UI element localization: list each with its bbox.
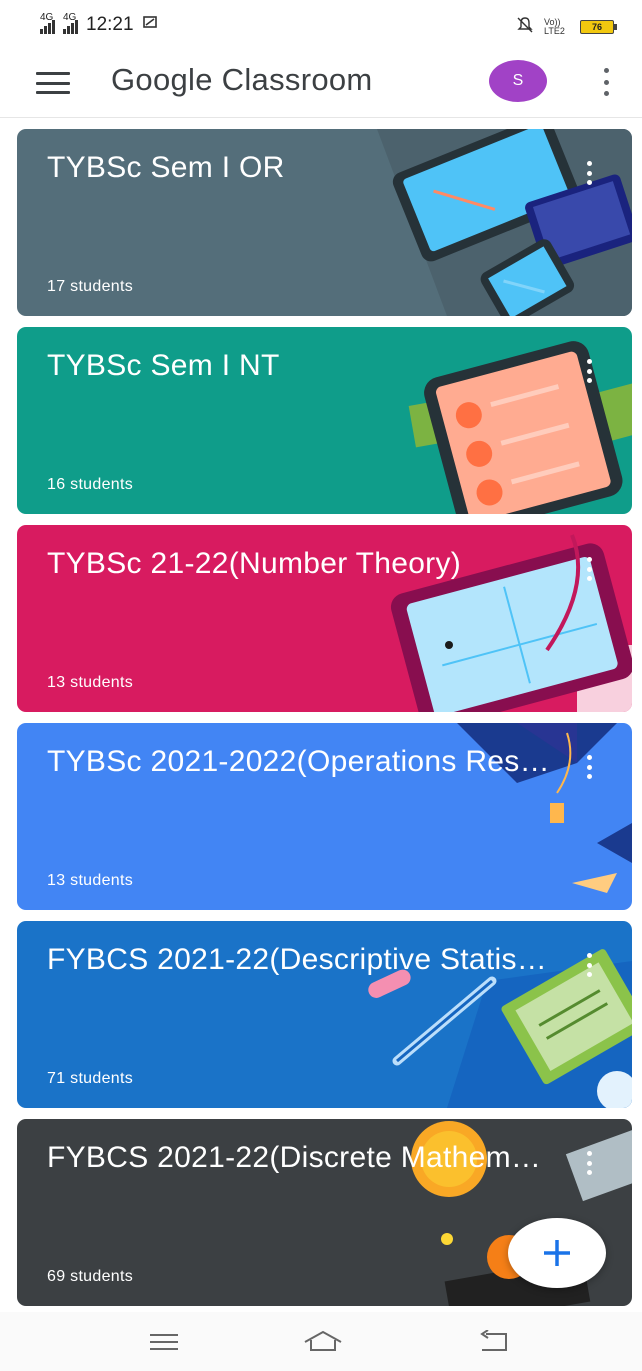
class-card[interactable]: FYBCS 2021-22(Descriptive Statistics) 71… [17,921,632,1108]
status-left: 4G 4G 12:21 [40,12,158,36]
class-card[interactable]: TYBSc 2021-2022(Operations Research) 13 … [17,723,632,910]
network-type-1: 4G [40,12,54,23]
class-title: TYBSc 21-22(Number Theory) [47,547,462,580]
status-right: Vo)) LTE2 76 [516,16,617,37]
home-icon[interactable] [303,1328,343,1356]
battery-level: 76 [591,21,602,32]
app-title: Google Classroom [111,62,373,97]
more-vert-icon[interactable] [583,161,595,185]
network-type-2: 4G [63,12,77,23]
student-count: 71 students [47,1070,134,1087]
mute-notifications-icon [516,16,534,37]
more-vert-icon[interactable] [583,755,595,779]
class-card[interactable]: TYBSc Sem I OR 17 students [17,129,632,316]
volte-label: Vo)) LTE2 [544,16,565,36]
plus-icon [544,1240,570,1266]
class-title: FYBCS 2021-22(Discrete Mathematics) [47,1141,552,1174]
app-bar: Google Classroom S [0,50,642,118]
student-count: 69 students [47,1268,134,1285]
student-count: 17 students [47,278,134,295]
student-count: 13 students [47,872,134,889]
more-vert-icon[interactable] [583,359,595,383]
more-vert-icon[interactable] [583,953,595,977]
screenshot-notification-icon [142,14,158,36]
class-title: TYBSc 2021-2022(Operations Research) [47,745,552,778]
signal-icon-2: 4G [63,12,78,34]
back-icon[interactable] [473,1328,513,1356]
hamburger-icon[interactable] [36,72,70,94]
student-count: 16 students [47,476,134,493]
add-class-button[interactable] [508,1218,606,1288]
more-vert-icon[interactable] [583,1151,595,1175]
status-bar: 4G 4G 12:21 Vo)) LTE2 76 [0,0,642,50]
more-vert-icon[interactable] [583,557,595,581]
student-count: 13 students [47,674,134,691]
avatar[interactable]: S [489,60,547,102]
recent-apps-icon[interactable] [144,1328,184,1356]
more-vert-icon[interactable] [598,68,614,96]
class-title: TYBSc Sem I NT [47,349,280,382]
system-nav-bar [0,1312,642,1371]
battery-icon: 76 [580,19,617,34]
signal-icon-1: 4G [40,12,55,34]
class-card[interactable]: TYBSc Sem I NT 16 students [17,327,632,514]
status-time: 12:21 [86,14,134,35]
class-title: TYBSc Sem I OR [47,151,285,184]
class-title: FYBCS 2021-22(Descriptive Statistics) [47,943,552,976]
class-card[interactable]: TYBSc 21-22(Number Theory) 13 students [17,525,632,712]
